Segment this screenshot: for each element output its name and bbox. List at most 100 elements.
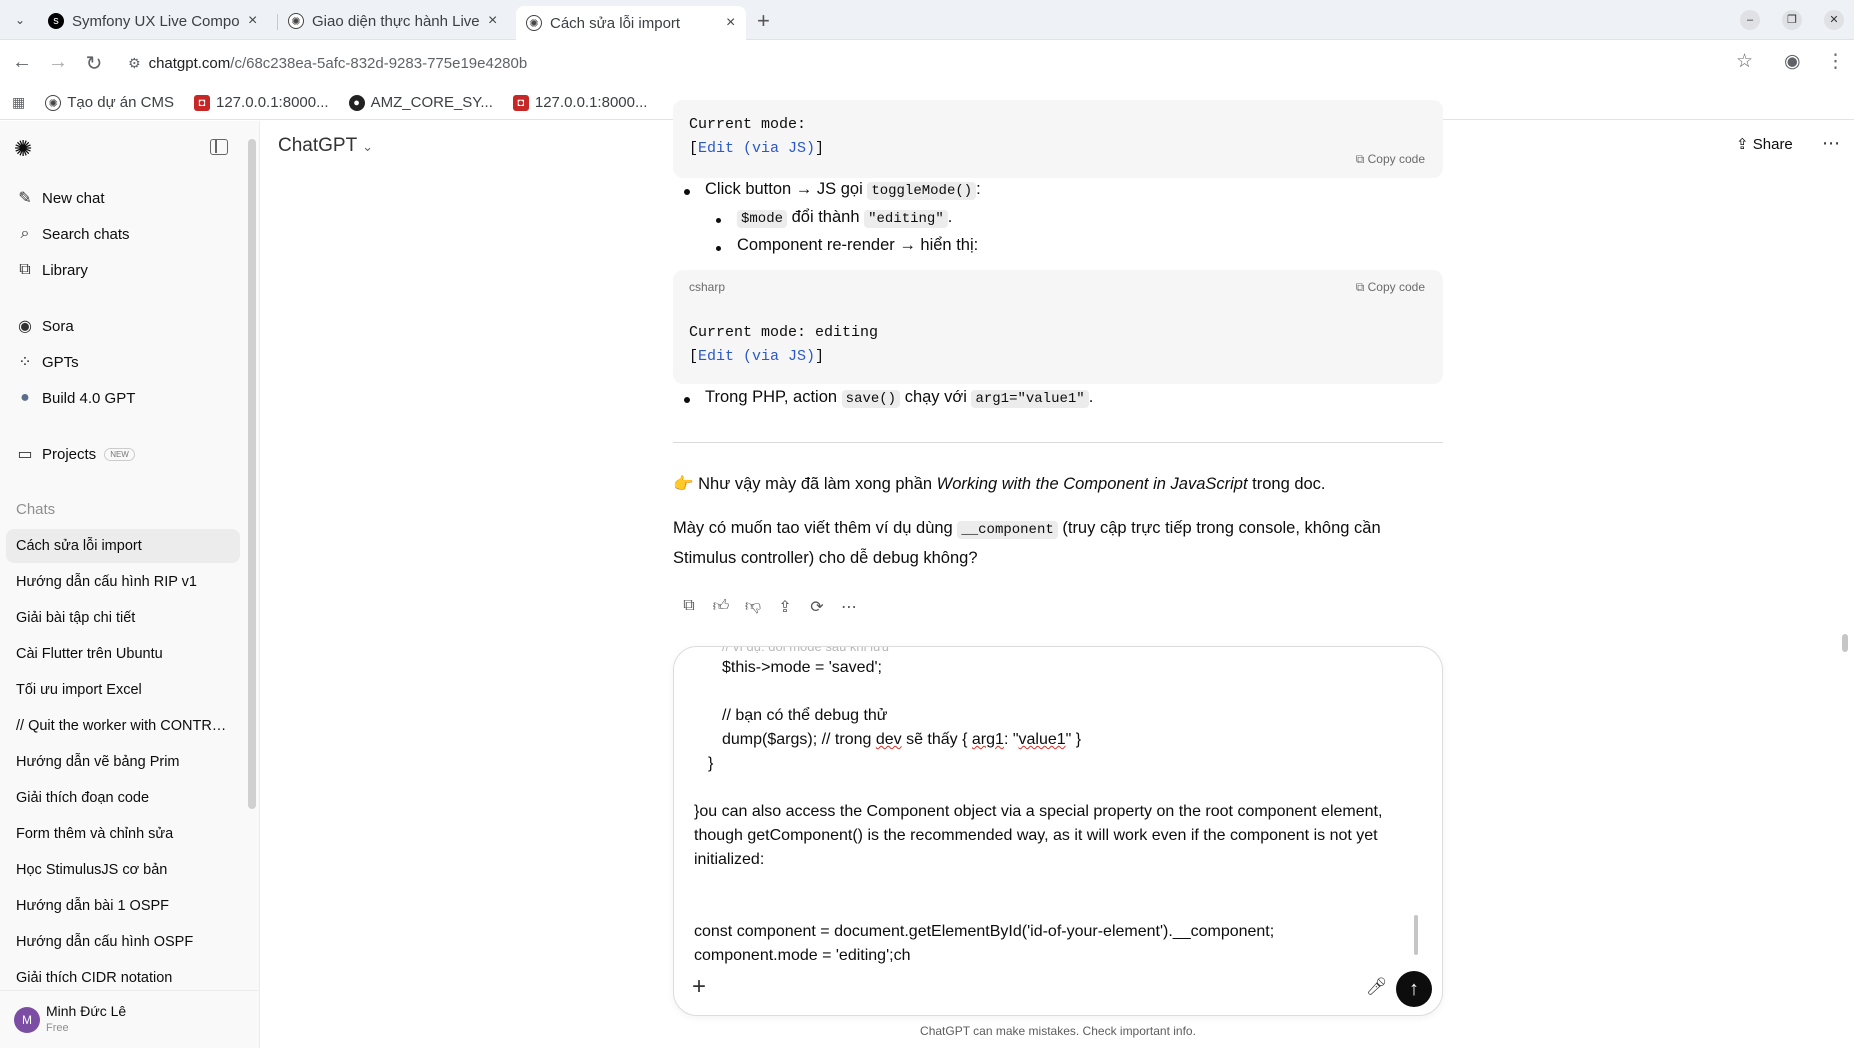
close-icon[interactable]: × <box>488 12 497 30</box>
bookmark-item[interactable]: ◘ 127.0.0.1:8000... <box>512 94 647 111</box>
browser-tab[interactable]: ✺ Giao diện thực hành Live × <box>278 6 507 36</box>
message-paragraph: Mày có muốn tao viết thêm ví dụ dùng __c… <box>673 514 1443 572</box>
chat-item[interactable]: Hướng dẫn cấu hình OSPF <box>6 925 240 959</box>
copy-code-label: Copy code <box>1367 280 1425 294</box>
chatgpt-logo-icon[interactable]: ✺ <box>14 137 38 161</box>
close-icon[interactable]: × <box>248 12 257 30</box>
bookmark-label: AMZ_CORE_SY... <box>370 94 493 111</box>
chevron-down-icon: ⌄ <box>362 139 374 154</box>
paragraph-text: Mày có muốn tao viết thêm ví dụ dùng <box>673 519 953 537</box>
sidebar-item-search-chats[interactable]: ⌕ Search chats <box>6 217 240 251</box>
composer[interactable]: // ví dụ: đổi mode sau khi lưu $this->mo… <box>673 646 1443 1016</box>
chat-item[interactable]: Hướng dẫn bài 1 OSPF <box>6 889 240 923</box>
copy-icon[interactable]: ⧉ <box>673 597 705 617</box>
code-language-label: csharp <box>689 280 726 294</box>
code-line: [Edit (via JS)] <box>689 348 824 365</box>
close-icon[interactable]: × <box>726 14 735 32</box>
composer-text: // bạn có thể debug thử <box>722 707 888 724</box>
avatar: M <box>14 1007 40 1033</box>
thumbs-down-icon[interactable]: 👎︎ <box>737 597 769 617</box>
apps-grid-icon[interactable]: ▦ <box>12 94 25 111</box>
copy-code-button[interactable]: ⧉ Copy code <box>1356 152 1425 167</box>
composer-text: sẽ thấy { <box>901 731 972 748</box>
composer-text: value1 <box>1018 731 1066 748</box>
bullet-text: . <box>1088 388 1094 406</box>
profile-icon[interactable]: ◉ <box>1784 50 1801 73</box>
share-button[interactable]: ⇪ Share <box>1736 135 1793 153</box>
bookmark-star-icon[interactable]: ☆ <box>1736 50 1753 73</box>
address-bar[interactable]: ⚙ chatgpt.com /c/68c238ea-5afc-832d-9283… <box>128 48 527 78</box>
chat-item[interactable]: Hướng dẫn cấu hình RIP v1 <box>6 565 240 599</box>
url-host: chatgpt.com <box>148 54 231 72</box>
site-settings-icon[interactable]: ⚙ <box>128 55 141 72</box>
divider <box>673 442 1443 443</box>
browser-tab[interactable]: s Symfony UX Live Compon × <box>38 6 267 36</box>
composer-text: dev <box>875 731 902 748</box>
new-tab-button[interactable]: + <box>757 8 770 34</box>
composer-text: : " <box>1003 731 1019 748</box>
code-line: Current mode: <box>689 116 807 133</box>
close-window-icon[interactable]: ✕ <box>1824 10 1844 30</box>
bookmark-item[interactable]: ✺ Tạo dự án CMS <box>45 94 174 111</box>
chat-item[interactable]: Form thêm và chỉnh sửa <box>6 817 240 851</box>
regenerate-icon[interactable]: ⟳ <box>801 597 833 617</box>
symfony-icon: s <box>48 13 64 29</box>
sidebar-item-label: Sora <box>42 317 74 335</box>
back-icon[interactable]: ← <box>10 51 34 74</box>
tab-search-chevron-icon[interactable]: ⌄ <box>10 10 30 30</box>
sidebar-scrollbar[interactable] <box>248 139 256 809</box>
composer-text: $this->mode = 'saved'; <box>722 659 882 676</box>
copy-code-button[interactable]: ⧉ Copy code <box>1356 280 1425 295</box>
composer-scrollbar[interactable] <box>1414 915 1418 955</box>
minimize-icon[interactable]: – <box>1740 10 1760 30</box>
bullet-text: Click button → JS gọi <box>705 180 863 198</box>
chat-item[interactable]: Cách sửa lỗi import <box>6 529 240 563</box>
chat-item[interactable]: Giải bài tập chi tiết <box>6 601 240 635</box>
code-block: Current mode: [Edit (via JS)] ⧉ Copy cod… <box>673 100 1443 178</box>
sidebar-item-library[interactable]: ⧉ Library <box>6 253 240 287</box>
restore-icon[interactable]: ❐ <box>1782 10 1802 30</box>
app-icon: ◘ <box>194 94 210 111</box>
menu-icon[interactable]: ⋮ <box>1826 50 1845 73</box>
sidebar-item-build-gpt[interactable]: ● Build 4.0 GPT <box>6 381 240 415</box>
send-button[interactable]: ↑ <box>1396 971 1432 1007</box>
microphone-icon[interactable]: 🎤︎ <box>1366 977 1388 997</box>
more-options-icon[interactable]: ⋯ <box>1822 133 1840 154</box>
chat-item[interactable]: Giải thích đoạn code <box>6 781 240 815</box>
sidebar-item-projects[interactable]: ▭ Projects NEW <box>6 437 240 471</box>
sidebar-item-new-chat[interactable]: ✎ New chat <box>6 181 240 215</box>
thumbs-up-icon[interactable]: 👍︎ <box>705 597 737 617</box>
user-menu[interactable]: M Minh Đức Lê Free <box>0 990 259 1048</box>
main-scrollbar[interactable] <box>1842 634 1848 652</box>
bookmark-item[interactable]: ● AMZ_CORE_SY... <box>348 94 493 111</box>
code-line: [Edit (via JS)] <box>689 140 824 157</box>
chatgpt-icon: ✺ <box>288 13 304 29</box>
bullet-text: chạy với <box>904 388 967 406</box>
model-selector[interactable]: ChatGPT ⌄ <box>278 135 373 157</box>
sidebar-item-gpts[interactable]: ⁘ GPTs <box>6 345 240 379</box>
paragraph-emphasis: Working with the Component in JavaScript <box>936 475 1248 493</box>
chat-item[interactable]: Học StimulusJS cơ bản <box>6 853 240 887</box>
message-paragraph: 👉 Như vậy mày đã làm xong phần Working w… <box>673 470 1443 498</box>
forward-icon[interactable]: → <box>46 51 70 74</box>
bookmark-item[interactable]: ◘ 127.0.0.1:8000... <box>194 94 329 111</box>
chat-item[interactable]: Hướng dẫn vẽ bảng Prim <box>6 745 240 779</box>
sidebar-toggle-icon[interactable] <box>210 139 228 155</box>
chat-item[interactable]: Tối ưu import Excel <box>6 673 240 707</box>
share-icon[interactable]: ⇪ <box>769 597 801 617</box>
add-attachment-icon[interactable]: + <box>692 973 706 1001</box>
bullet-icon <box>684 397 690 403</box>
browser-tab-active[interactable]: ✺ Cách sửa lỗi import × <box>516 6 746 40</box>
inline-code: toggleMode() <box>867 182 977 200</box>
chat-item[interactable]: Cài Flutter trên Ubuntu <box>6 637 240 671</box>
sidebar-item-sora[interactable]: ◉ Sora <box>6 309 240 343</box>
reload-icon[interactable]: ↻ <box>82 51 106 76</box>
code-block: csharp ⧉ Copy code Current mode: editing… <box>673 270 1443 384</box>
more-icon[interactable]: ⋯ <box>833 597 865 617</box>
tab-title: Cách sửa lỗi import <box>550 14 681 32</box>
arrow-up-icon: ↑ <box>1409 978 1419 1000</box>
chat-item[interactable]: // Quit the worker with CONTR… <box>6 709 240 743</box>
sidebar: ✺ ✎ New chat ⌕ Search chats ⧉ Library ◉ … <box>0 121 260 1048</box>
code-bracket: ] <box>815 348 825 365</box>
paragraph-text: trong doc. <box>1252 475 1326 493</box>
